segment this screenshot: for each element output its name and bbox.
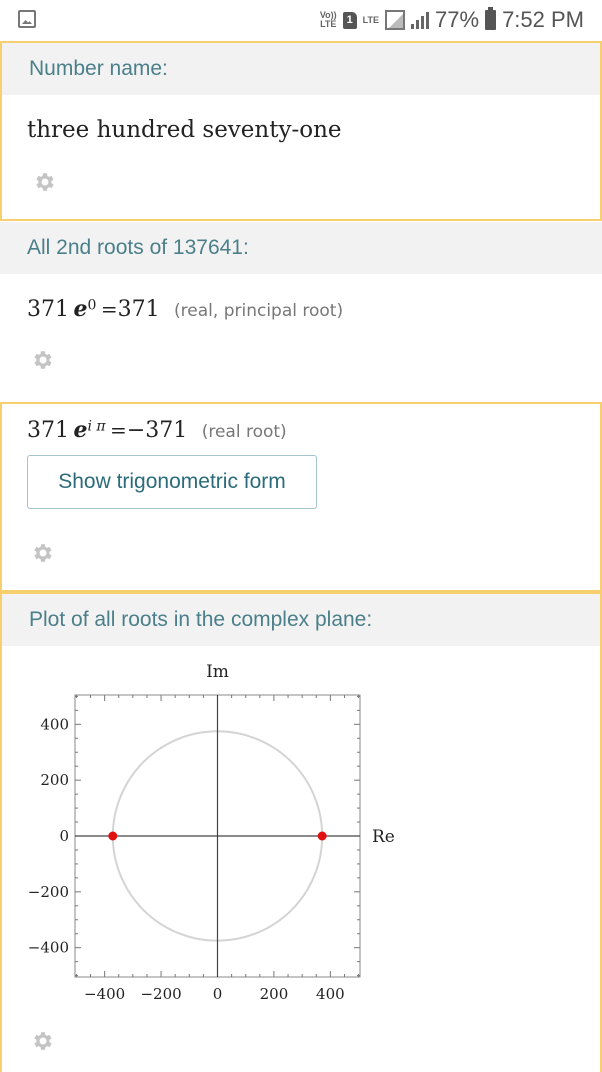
gear-icon[interactable] <box>31 541 55 565</box>
root-1-eq: = <box>100 297 118 321</box>
root-1-base: 371 <box>27 297 69 322</box>
gear-icon[interactable] <box>31 1029 55 1053</box>
root-2-base: 371 <box>27 418 69 443</box>
gear-icon[interactable] <box>33 170 57 194</box>
root-1-exp: 0 <box>87 297 97 314</box>
y-axis-label: Im <box>206 662 229 682</box>
root-1-result: 371 <box>117 297 160 322</box>
plot-pod-title: Plot of all roots in the complex plane: <box>2 594 600 646</box>
clock: 7:52 PM <box>502 7 584 32</box>
lte-icon: LTE <box>362 14 380 25</box>
y-tick-label: 200 <box>40 771 69 789</box>
root-2-e: e <box>73 417 88 443</box>
gallery-notification-icon <box>18 10 36 28</box>
x-tick-label: 200 <box>260 985 289 1003</box>
status-bar: Vo)) LTE 1 LTE 77% 7:52 PM <box>0 0 602 40</box>
root-point <box>317 831 327 841</box>
x-axis-label: Re <box>372 827 395 847</box>
number-name-pod-title: Number name: <box>2 43 600 95</box>
gear-icon[interactable] <box>31 348 55 372</box>
x-tick-label: −400 <box>84 985 125 1003</box>
sim-slot-icon: 1 <box>342 11 357 29</box>
volte-icon: Vo)) LTE <box>319 10 337 29</box>
x-tick-label: 0 <box>213 985 223 1003</box>
y-tick-label: −400 <box>28 939 69 957</box>
signal-strength-icon <box>385 10 406 30</box>
show-trigonometric-form-button[interactable]: Show trigonometric form <box>27 455 317 509</box>
number-name-pod[interactable]: Number name: three hundred seventy-one <box>0 41 602 221</box>
root-2: 371 ei π =−371 (real root) <box>27 417 287 443</box>
x-tick-label: −200 <box>140 985 181 1003</box>
roots-pod-title: All 2nd roots of 137641: <box>0 222 602 274</box>
root-2-note: (real root) <box>201 422 287 442</box>
root-1-e: e <box>73 296 88 322</box>
battery-percent: 77% <box>435 7 480 32</box>
x-tick-label: 400 <box>316 985 345 1003</box>
root-1-note: (real, principal root) <box>174 301 344 321</box>
battery-icon <box>485 7 497 30</box>
root-2-exp: i π <box>87 418 106 435</box>
y-tick-label: −200 <box>28 883 69 901</box>
y-tick-label: 0 <box>59 827 69 845</box>
root-point <box>108 831 118 841</box>
complex-plane-plot: −400 −200 0 200 400 400 200 0 −200 −400 Re Im <box>28 662 395 1003</box>
number-name-value: three hundred seventy-one <box>27 117 342 143</box>
root-2-eq: = <box>110 418 127 442</box>
root-1: 371 e0 =371 (real, principal root) <box>27 296 343 322</box>
signal-bars-icon <box>411 11 430 29</box>
y-tick-label: 400 <box>40 715 69 733</box>
root-2-result: −371 <box>126 418 188 443</box>
